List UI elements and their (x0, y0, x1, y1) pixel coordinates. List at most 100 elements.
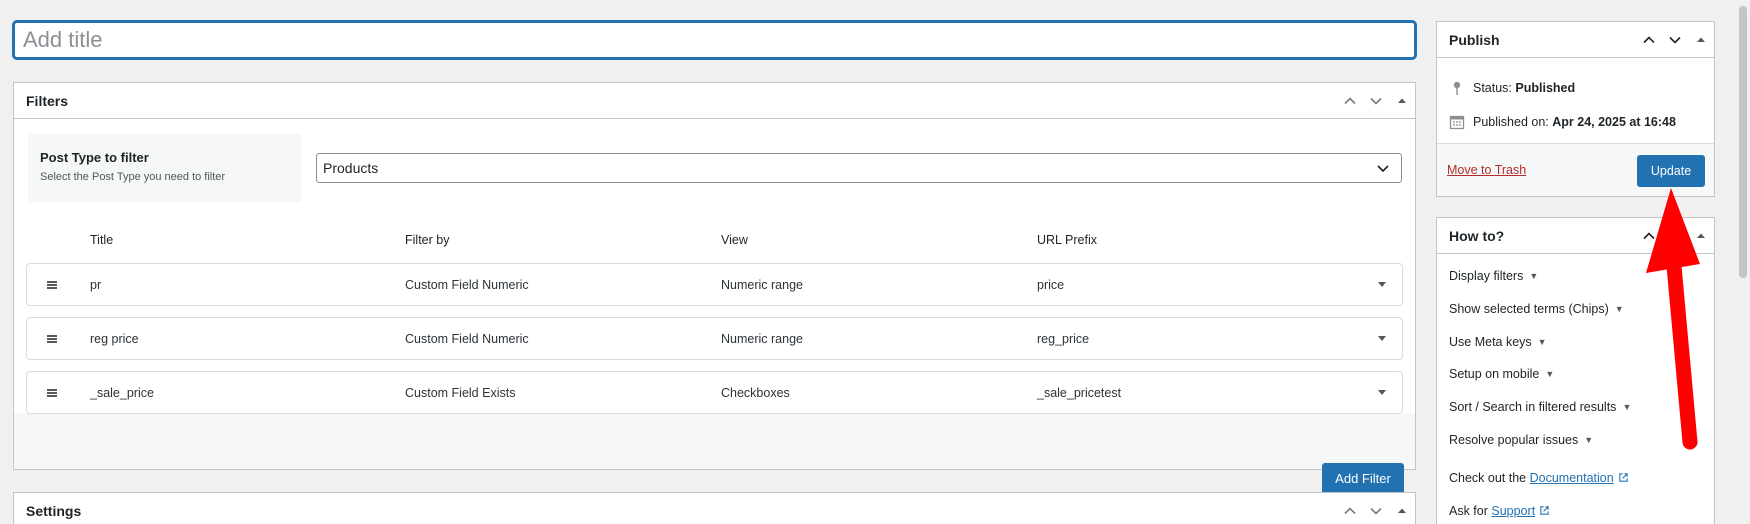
page-scrollbar[interactable] (1736, 0, 1750, 524)
expand-caret-icon[interactable] (1376, 332, 1388, 344)
howto-item[interactable]: Display filters ▼ (1449, 269, 1538, 283)
move-up-icon[interactable] (1337, 493, 1363, 524)
chevron-down-icon (1377, 165, 1389, 173)
howto-item-label: Display filters (1449, 269, 1524, 283)
filter-by: Custom Field Numeric (405, 332, 529, 346)
filters-panel: Filters Post Type to filter Select the P… (13, 82, 1416, 494)
scrollbar-thumb[interactable] (1739, 6, 1747, 278)
caret-down-icon: ▼ (1584, 435, 1594, 445)
caret-down-icon: ▼ (1537, 337, 1547, 347)
caret-down-icon: ▼ (1622, 402, 1632, 412)
howto-item[interactable]: Show selected terms (Chips) ▼ (1449, 302, 1624, 316)
post-type-selected-value: Products (323, 160, 379, 176)
howto-item-label: Show selected terms (Chips) (1449, 302, 1609, 316)
move-up-icon[interactable] (1337, 83, 1363, 119)
support-link[interactable]: Support (1491, 504, 1535, 518)
published-on-row: Published on: Apr 24, 2025 at 16:48 (1449, 114, 1676, 130)
filter-view: Checkboxes (721, 386, 790, 400)
howto-panel: How to? Display filters ▼ Show selected t… (1436, 217, 1715, 524)
documentation-link[interactable]: Documentation (1530, 471, 1614, 485)
published-value: Apr 24, 2025 at 16:48 (1552, 115, 1676, 129)
status-label: Status: (1473, 81, 1512, 95)
filters-inner: Post Type to filter Select the Post Type… (14, 119, 1415, 414)
filter-url-prefix: _sale_pricetest (1037, 386, 1122, 400)
title-input[interactable] (13, 21, 1416, 59)
publish-actions: Move to Trash Update (1437, 143, 1714, 196)
update-button[interactable]: Update (1637, 155, 1705, 187)
collapse-toggle-icon[interactable] (1389, 493, 1415, 524)
expand-caret-icon[interactable] (1376, 278, 1388, 290)
settings-handle-actions (1337, 493, 1415, 524)
title-field-wrap (13, 21, 1416, 59)
filter-title: _sale_price (90, 386, 154, 400)
filter-view: Numeric range (721, 278, 803, 292)
settings-panel: Settings (13, 492, 1416, 524)
column-header-url-prefix: URL Prefix (1037, 233, 1097, 247)
settings-title: Settings (26, 502, 82, 519)
filter-view: Numeric range (721, 332, 803, 346)
howto-item-label: Use Meta keys (1449, 335, 1532, 349)
filters-handle-actions (1337, 83, 1415, 118)
pin-icon (1453, 81, 1461, 95)
howto-item[interactable]: Use Meta keys ▼ (1449, 335, 1547, 349)
caret-down-icon: ▼ (1545, 369, 1555, 379)
filter-by: Custom Field Numeric (405, 278, 529, 292)
howto-header: How to? (1437, 218, 1714, 254)
external-link-icon (1618, 473, 1628, 482)
howto-handle-actions (1636, 218, 1714, 253)
move-down-icon[interactable] (1363, 83, 1389, 119)
howto-item-label: Setup on mobile (1449, 367, 1540, 381)
filters-header: Filters (14, 83, 1415, 119)
status-value: Published (1515, 81, 1576, 95)
move-up-icon[interactable] (1636, 22, 1662, 58)
post-type-description: Select the Post Type you need to filter (40, 171, 226, 183)
published-label: Published on: (1473, 115, 1549, 129)
howto-title: How to? (1449, 227, 1505, 244)
move-down-icon[interactable] (1662, 22, 1688, 58)
collapse-toggle-icon[interactable] (1688, 22, 1714, 58)
column-header-view: View (721, 233, 748, 247)
filter-url-prefix: price (1037, 278, 1065, 292)
drag-handle-icon[interactable] (45, 332, 59, 346)
filter-title: reg price (90, 332, 139, 346)
drag-handle-icon[interactable] (45, 386, 59, 400)
collapse-toggle-icon[interactable] (1688, 218, 1714, 254)
filter-row[interactable]: pr Custom Field Numeric Numeric range pr… (26, 263, 1403, 306)
support-line: Ask for Support (1449, 504, 1550, 518)
howto-item[interactable]: Sort / Search in filtered results ▼ (1449, 400, 1631, 414)
howto-item[interactable]: Resolve popular issues ▼ (1449, 433, 1593, 447)
move-up-icon[interactable] (1636, 218, 1662, 254)
move-down-icon[interactable] (1662, 218, 1688, 254)
docs-prefix: Check out the (1449, 471, 1527, 485)
drag-handle-icon[interactable] (45, 278, 59, 292)
external-link-icon (1540, 506, 1549, 515)
filters-body: Post Type to filter Select the Post Type… (14, 119, 1415, 494)
filter-row[interactable]: reg price Custom Field Numeric Numeric r… (26, 317, 1403, 360)
add-filter-button[interactable]: Add Filter (1322, 463, 1404, 494)
howto-item[interactable]: Setup on mobile ▼ (1449, 367, 1554, 381)
expand-caret-icon[interactable] (1376, 386, 1388, 398)
post-type-label-box: Post Type to filter Select the Post Type… (28, 134, 301, 202)
post-type-select[interactable]: Products (316, 153, 1402, 183)
filter-title: pr (90, 278, 102, 292)
documentation-line: Check out the Documentation (1449, 471, 1629, 485)
column-header-title: Title (90, 233, 114, 247)
caret-down-icon: ▼ (1529, 271, 1539, 281)
publish-title: Publish (1449, 31, 1500, 48)
publish-header: Publish (1437, 22, 1714, 58)
howto-item-label: Resolve popular issues (1449, 433, 1579, 447)
move-to-trash-link[interactable]: Move to Trash (1447, 163, 1526, 177)
caret-down-icon: ▼ (1614, 304, 1624, 314)
settings-header: Settings (14, 493, 1415, 524)
collapse-toggle-icon[interactable] (1389, 83, 1415, 119)
filter-url-prefix: reg_price (1037, 332, 1090, 346)
publish-handle-actions (1636, 22, 1714, 57)
status-row: Status: Published (1449, 80, 1575, 96)
filters-column-headers: Title Filter by View URL Prefix (14, 233, 1415, 253)
move-down-icon[interactable] (1363, 493, 1389, 524)
howto-item-label: Sort / Search in filtered results (1449, 400, 1617, 414)
filter-row[interactable]: _sale_price Custom Field Exists Checkbox… (26, 371, 1403, 414)
filter-by: Custom Field Exists (405, 386, 516, 400)
calendar-icon (1449, 115, 1465, 130)
post-type-label: Post Type to filter (40, 150, 149, 165)
